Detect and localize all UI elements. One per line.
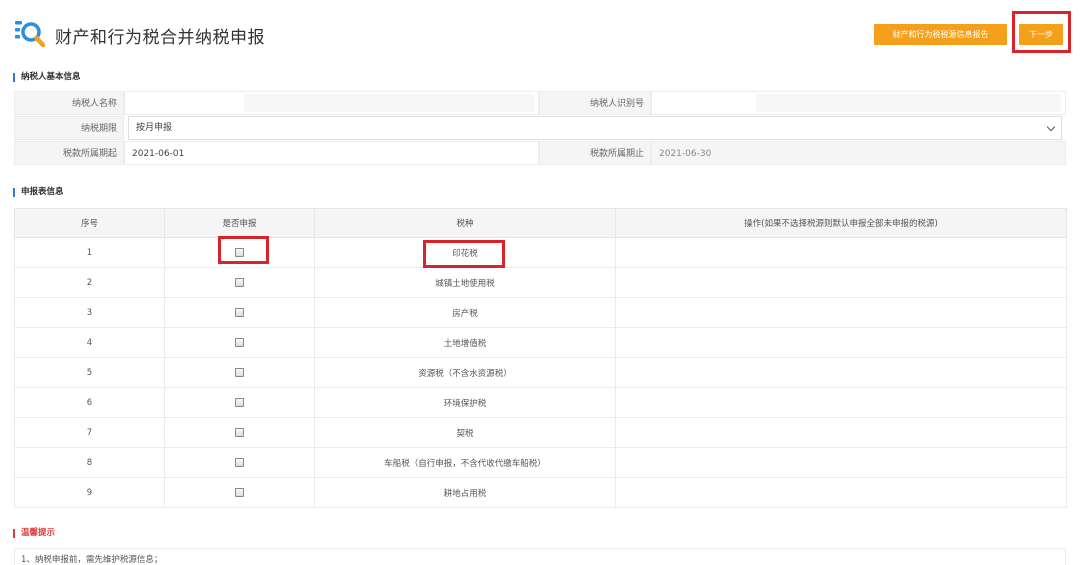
checkbox-icon[interactable] (235, 277, 244, 287)
next-step-button[interactable]: 下一步 (1019, 24, 1063, 45)
declare-cell (164, 417, 315, 448)
row-no: 6 (14, 387, 165, 418)
row-no: 3 (14, 297, 165, 328)
checkbox-icon[interactable] (235, 367, 244, 377)
table-row: 3 房产税 (14, 297, 1067, 328)
tax-type-cell: 环境保护税 (314, 387, 616, 418)
info-row-dates: 税款所属期起 2021-06-01 税款所属期止 2021-06-30 (14, 141, 1066, 165)
tax-type-cell: 耕地占用税 (314, 477, 616, 508)
tips-box: 1、纳税申报前，需先维护税源信息； (14, 548, 1066, 565)
tip-line: 1、纳税申报前，需先维护税源信息； (21, 555, 163, 565)
action-cell (615, 417, 1067, 448)
page-header: 财产和行为税合并纳税申报 财产和行为税税源信息报告 下一步 (0, 0, 1080, 66)
table-row: 9 耕地占用税 (14, 477, 1067, 508)
row-no: 5 (14, 357, 165, 388)
action-cell (615, 477, 1067, 508)
period-start-label: 税款所属期起 (14, 141, 124, 165)
declare-cell (164, 237, 315, 268)
info-row-name: 纳税人名称 纳税人识别号 (14, 91, 1066, 115)
col-header-declare: 是否申报 (164, 208, 315, 238)
tax-type-cell: 城镇土地使用税 (314, 267, 616, 298)
declare-cell (164, 387, 315, 418)
period-selected-value: 按月申报 (136, 123, 173, 133)
declare-cell (164, 297, 315, 328)
period-end-value: 2021-06-30 (651, 141, 1066, 165)
table-row: 6 环境保护税 (14, 387, 1067, 418)
period-select[interactable]: 按月申报 (128, 116, 1062, 140)
redacted-field (756, 94, 1061, 112)
taxpayer-name-label: 纳税人名称 (14, 91, 124, 115)
action-cell (615, 267, 1067, 298)
tax-source-report-button[interactable]: 财产和行为税税源信息报告 (874, 24, 1007, 45)
action-cell (615, 357, 1067, 388)
col-header-tax-type: 税种 (314, 208, 616, 238)
checkbox-icon[interactable] (235, 487, 244, 497)
period-label: 纳税期限 (14, 116, 124, 140)
tax-type-cell: 车船税（自行申报，不含代收代缴车船税） (314, 447, 616, 478)
section-title-tips: 温馨提示 (13, 529, 55, 538)
section-title-basic-info: 纳税人基本信息 (13, 73, 81, 82)
page-title: 财产和行为税合并纳税申报 (55, 28, 265, 48)
tax-type-cell: 契税 (314, 417, 616, 448)
taxpayer-info-grid: 纳税人名称 纳税人识别号 纳税期限 按月申报 税款所属期起 2021-06-01… (14, 91, 1066, 166)
col-header-action: 操作(如果不选择税源则默认申报全部未申报的税源) (615, 208, 1067, 238)
row-no: 7 (14, 417, 165, 448)
declare-cell (164, 477, 315, 508)
declaration-table: 序号 是否申报 税种 操作(如果不选择税源则默认申报全部未申报的税源) 1 印花… (14, 208, 1067, 508)
tax-type-cell: 印花税 (314, 237, 616, 268)
action-cell (615, 327, 1067, 358)
period-end-label: 税款所属期止 (539, 141, 651, 165)
action-cell (615, 237, 1067, 268)
declare-cell (164, 447, 315, 478)
row-no: 4 (14, 327, 165, 358)
table-row: 4 土地增值税 (14, 327, 1067, 358)
row-no: 2 (14, 267, 165, 298)
section-title-declaration: 申报表信息 (13, 188, 64, 197)
tax-type-cell: 资源税（不含水资源税） (314, 357, 616, 388)
table-row: 8 车船税（自行申报，不含代收代缴车船税） (14, 447, 1067, 478)
period-start-value: 2021-06-01 (124, 141, 539, 165)
taxpayer-id-label: 纳税人识别号 (539, 91, 651, 115)
checkbox-icon[interactable] (235, 247, 244, 257)
action-cell (615, 447, 1067, 478)
checkbox-icon[interactable] (235, 337, 244, 347)
table-row: 2 城镇土地使用税 (14, 267, 1067, 298)
declare-cell (164, 327, 315, 358)
table-header-row: 序号 是否申报 税种 操作(如果不选择税源则默认申报全部未申报的税源) (14, 208, 1067, 238)
table-row: 5 资源税（不含水资源税） (14, 357, 1067, 388)
info-row-period: 纳税期限 按月申报 (14, 116, 1066, 140)
checkbox-icon[interactable] (235, 457, 244, 467)
action-cell (615, 387, 1067, 418)
chevron-down-icon (1046, 122, 1056, 132)
tax-type-cell: 房产税 (314, 297, 616, 328)
col-header-no: 序号 (14, 208, 165, 238)
checkbox-icon[interactable] (235, 397, 244, 407)
declare-cell (164, 357, 315, 388)
table-row: 1 印花税 (14, 237, 1067, 268)
checkbox-icon[interactable] (235, 427, 244, 437)
checkbox-icon[interactable] (235, 307, 244, 317)
search-list-icon (15, 21, 46, 48)
redacted-field (244, 94, 534, 112)
table-row: 7 契税 (14, 417, 1067, 448)
row-no: 9 (14, 477, 165, 508)
declare-cell (164, 267, 315, 298)
action-cell (615, 297, 1067, 328)
tax-type-cell: 土地增值税 (314, 327, 616, 358)
row-no: 1 (14, 237, 165, 268)
row-no: 8 (14, 447, 165, 478)
